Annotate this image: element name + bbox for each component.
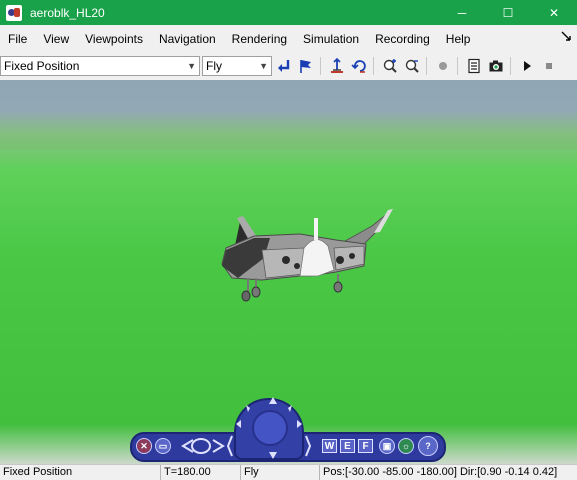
snapshot-icon[interactable] [486,56,506,76]
toolbar-separator [426,57,427,75]
toolbar: Fixed Position ▼ Fly ▼ [0,54,577,78]
zoom-out-icon[interactable] [402,56,422,76]
toolbar-separator [373,57,374,75]
status-navigation-mode: Fly [241,465,320,480]
menu-view[interactable]: View [35,29,77,49]
chevron-down-icon: ▼ [187,61,196,71]
pin-icon[interactable] [561,31,571,44]
menu-navigation[interactable]: Navigation [151,29,224,49]
menu-rendering[interactable]: Rendering [224,29,295,49]
title-bar: aeroblk_HL20 ─ ☐ ✕ [0,0,577,25]
menu-simulation[interactable]: Simulation [295,29,367,49]
toolbar-separator [510,57,511,75]
return-to-viewpoint-icon[interactable] [274,56,294,76]
fit-view-icon[interactable]: ▣ [379,438,395,454]
simulink-3d-app-icon [6,4,22,21]
viewpoint-select-value: Fixed Position [4,59,80,73]
help-icon[interactable]: ? [418,436,438,456]
undo-move-icon[interactable] [349,56,369,76]
create-viewpoint-icon[interactable] [296,56,316,76]
wireframe-key[interactable]: W [322,439,337,453]
toolbar-separator [457,57,458,75]
navigation-dial-center[interactable] [252,410,288,446]
status-viewpoint: Fixed Position [0,465,161,480]
toolbar-separator [320,57,321,75]
window-title: aeroblk_HL20 [30,5,105,20]
straighten-up-icon[interactable] [327,56,347,76]
menu-file[interactable]: File [0,29,35,49]
record-icon[interactable] [433,56,453,76]
stop-icon[interactable] [539,56,559,76]
status-position: Pos:[-30.00 -85.00 -180.00] Dir:[0.90 -0… [323,466,558,478]
navigation-mode-value: Fly [206,59,222,73]
menu-viewpoints[interactable]: Viewpoints [77,29,151,49]
faces-key[interactable]: F [358,439,373,453]
chevron-down-icon: ▼ [259,61,268,71]
block-parameters-icon[interactable] [464,56,484,76]
close-nav-panel-icon[interactable]: ✕ [136,438,152,454]
close-button[interactable]: ✕ [531,0,577,25]
status-time: T=180.00 [161,465,241,480]
menu-recording[interactable]: Recording [367,29,438,49]
window-controls: ─ ☐ ✕ [439,0,577,25]
status-bar: Fixed Position T=180.00 Fly Pos:[-30.00 … [0,464,577,480]
navigation-mode-select[interactable]: Fly ▼ [202,56,272,76]
edges-key[interactable]: E [340,439,355,453]
headlight-icon[interactable]: ☼ [398,438,414,454]
maximize-button[interactable]: ☐ [485,0,531,25]
play-icon[interactable] [517,56,537,76]
viewpoint-select[interactable]: Fixed Position ▼ [0,56,200,76]
zoom-in-icon[interactable] [380,56,400,76]
minimize-button[interactable]: ─ [439,0,485,25]
minimize-nav-panel-icon[interactable]: ▭ [155,438,171,454]
menu-help[interactable]: Help [438,29,479,49]
menu-bar: File View Viewpoints Navigation Renderin… [0,29,577,49]
